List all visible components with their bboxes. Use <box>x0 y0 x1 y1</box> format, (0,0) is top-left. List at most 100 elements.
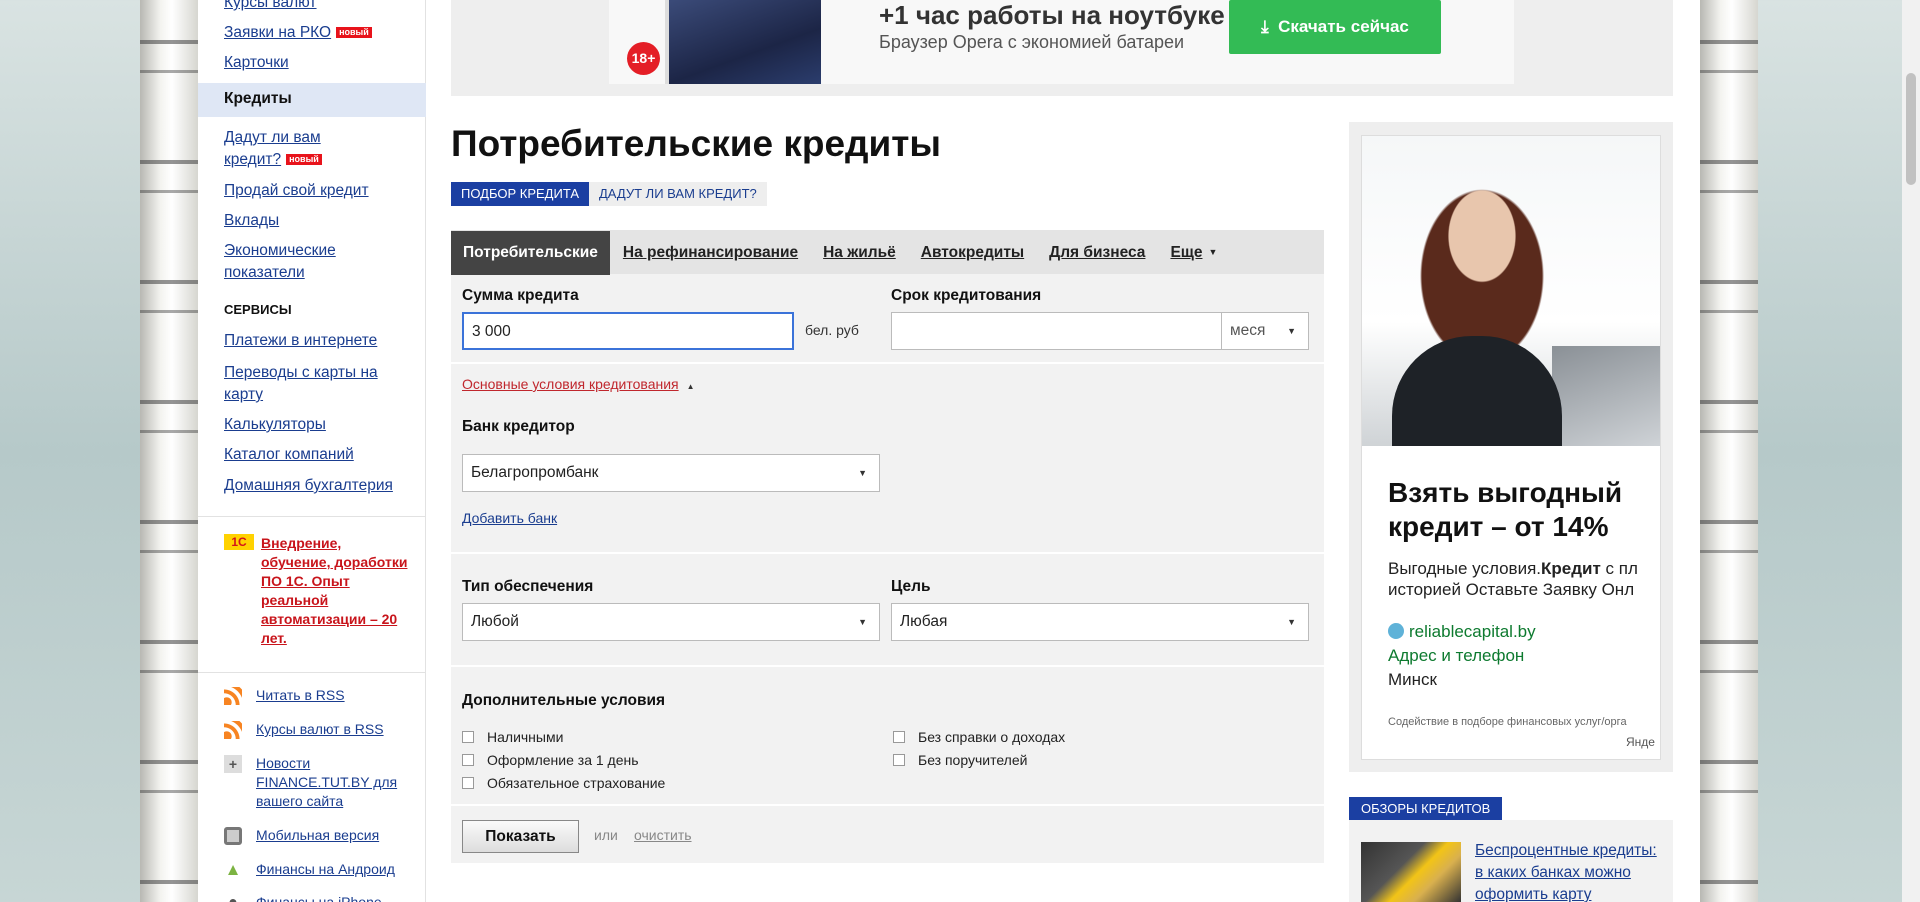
sidebar-item-label[interactable]: Дадут ли вам <box>224 129 321 146</box>
ad-fine-print: Содействие в подборе финансовых услуг/ор… <box>1388 716 1627 728</box>
term-label: Срок кредитования <box>891 287 1042 304</box>
download-icon: ⤓ <box>1261 17 1279 36</box>
tab-housing[interactable]: На жильё <box>811 231 908 275</box>
ad-headline[interactable]: Взять выгодный кредит – от 14% <box>1388 476 1660 544</box>
purpose-select[interactable]: Любая ▼ <box>891 603 1309 641</box>
sidebar-item-rko[interactable]: Заявки на РКО новый <box>224 22 372 44</box>
sidebar-service-payments[interactable]: Платежи в интернете <box>224 330 377 352</box>
review-thumbnail[interactable] <box>1361 842 1461 902</box>
checkbox[interactable] <box>893 731 905 743</box>
sidebar-item-cards[interactable]: Карточки <box>224 52 289 74</box>
checkbox[interactable] <box>462 731 474 743</box>
amount-input[interactable]: 3 000 <box>462 312 794 350</box>
link-iphone[interactable]: ● Финансы на iPhone <box>224 893 382 902</box>
review-link[interactable]: Беспроцентные кредиты: в каких банках мо… <box>1475 840 1665 902</box>
sidebar-item-label-2[interactable]: показатели <box>224 264 305 281</box>
credit-ad[interactable]: Взять выгодный кредит – от 14% Выгодные … <box>1361 135 1661 760</box>
link-label[interactable]: Мобильная версия <box>256 826 379 845</box>
sidebar-item-label[interactable]: Каталог компаний <box>224 446 354 463</box>
sidebar-item-label-2[interactable]: кредит? <box>224 151 281 168</box>
security-select[interactable]: Любой ▼ <box>462 603 880 641</box>
checkbox-cash[interactable]: Наличными <box>462 729 563 745</box>
sidebar-item-credits-active[interactable]: Кредиты <box>198 83 426 117</box>
sidebar-item-label[interactable]: Экономические <box>224 242 336 259</box>
promo-1c[interactable]: 1С Внедрение, обучение, доработки ПО 1С.… <box>224 534 414 648</box>
link-label[interactable]: Курсы валют в RSS <box>256 720 384 739</box>
checkbox-one-day[interactable]: Оформление за 1 день <box>462 752 639 768</box>
download-button[interactable]: ⤓ Скачать сейчас <box>1229 0 1441 54</box>
sidebar-item-label[interactable]: Вклады <box>224 212 279 229</box>
reviews-box: Беспроцентные кредиты: в каких банках мо… <box>1349 820 1673 902</box>
add-bank-link[interactable]: Добавить банк <box>462 510 557 526</box>
subtab-will-give-credit[interactable]: ДАДУТ ЛИ ВАМ КРЕДИТ? <box>589 182 767 206</box>
globe-icon <box>1388 623 1404 639</box>
sidebar-item-label[interactable]: Заявки на РКО <box>224 24 331 41</box>
term-unit-select[interactable]: меся ▼ <box>1221 312 1309 350</box>
android-icon: ▲ <box>224 860 242 879</box>
link-label[interactable]: Новости FINANCE.TUT.BY для вашего сайта <box>256 754 414 811</box>
credit-type-tabs: Потребительские На рефинансирование На жил… <box>451 230 1324 275</box>
banner-image <box>665 0 821 84</box>
tab-refinancing[interactable]: На рефинансирование <box>611 231 810 275</box>
link-mobile[interactable]: Мобильная версия <box>224 826 379 845</box>
checkbox[interactable] <box>462 754 474 766</box>
checkbox-label: Без справки о доходах <box>918 729 1066 745</box>
sidebar-service-home-accounting[interactable]: Домашняя бухгалтерия <box>224 475 393 497</box>
checkbox-no-guarantors[interactable]: Без поручителей <box>893 752 1027 768</box>
scrollbar-thumb[interactable] <box>1906 73 1916 185</box>
opera-banner[interactable]: 18+ +1 час работы на ноутбуке Браузер Op… <box>609 0 1514 84</box>
divider <box>451 665 1324 667</box>
checkbox-insurance[interactable]: Обязательное страхование <box>462 775 665 791</box>
link-android[interactable]: ▲ Финансы на Андроид <box>224 860 395 879</box>
sidebar-item-label[interactable]: Калькуляторы <box>224 416 326 433</box>
tab-auto[interactable]: Автокредиты <box>909 231 1036 275</box>
sidebar-sub-deposits[interactable]: Вклады <box>224 210 279 232</box>
scrollbar[interactable] <box>1902 0 1920 902</box>
sidebar-item-label[interactable]: Карточки <box>224 54 289 71</box>
sidebar-sub-sell-credit[interactable]: Продай свой кредит <box>224 180 369 202</box>
page-title: Потребительские кредиты <box>451 123 941 164</box>
sidebar-service-transfers[interactable]: Переводы с карты на карту <box>224 362 378 406</box>
link-rss[interactable]: Читать в RSS <box>224 686 345 705</box>
checkbox[interactable] <box>462 777 474 789</box>
link-label[interactable]: Финансы на Андроид <box>256 860 395 879</box>
conditions-toggle[interactable]: Основные условия кредитования ▲ <box>462 376 695 392</box>
sidebar-sub-will-give-credit[interactable]: Дадут ли вам кредит? новый <box>224 127 322 171</box>
ad-domain[interactable]: reliablecapital.by <box>1388 622 1536 642</box>
sidebar-item-label[interactable]: Домашняя бухгалтерия <box>224 477 393 494</box>
sidebar-item-label[interactable]: Курсы валют <box>224 0 317 11</box>
ad-photo-person <box>1392 336 1562 446</box>
bank-select[interactable]: Белагропромбанк ▼ <box>462 454 880 492</box>
sidebar-service-catalog[interactable]: Каталог компаний <box>224 444 354 466</box>
checkbox-no-income-proof[interactable]: Без справки о доходах <box>893 729 1065 745</box>
ad-address-link[interactable]: Адрес и телефон <box>1388 646 1524 666</box>
sidebar-item-label-2[interactable]: карту <box>224 386 263 403</box>
background-tree-left <box>140 0 198 902</box>
divider <box>198 672 426 673</box>
sidebar-item-label[interactable]: Переводы с карты на <box>224 364 378 381</box>
sidebar-sub-economic-indicators[interactable]: Экономические показатели <box>224 240 336 284</box>
promo-1c-text[interactable]: Внедрение, обучение, доработки ПО 1С. Оп… <box>261 534 414 648</box>
tab-more[interactable]: Еще ▼ <box>1158 230 1229 274</box>
age-rating-badge: 18+ <box>627 42 660 75</box>
show-button[interactable]: Показать <box>462 820 579 853</box>
clear-link[interactable]: очистить <box>634 827 692 843</box>
checkbox[interactable] <box>893 754 905 766</box>
tab-business[interactable]: Для бизнеса <box>1037 231 1157 275</box>
link-news-widget[interactable]: + Новости FINANCE.TUT.BY для вашего сайт… <box>224 754 414 811</box>
link-label[interactable]: Финансы на iPhone <box>256 893 382 902</box>
caret-up-icon: ▲ <box>686 382 695 391</box>
sidebar: Курсы валют Заявки на РКО новый Карточки … <box>198 0 426 902</box>
tab-consumer[interactable]: Потребительские <box>451 231 610 275</box>
sidebar-item-label[interactable]: Платежи в интернете <box>224 332 377 349</box>
amount-label: Сумма кредита <box>462 287 579 304</box>
term-input[interactable] <box>891 312 1222 350</box>
banner-subline: Браузер Opera с экономией батареи <box>879 32 1185 52</box>
sidebar-service-calculators[interactable]: Калькуляторы <box>224 414 326 436</box>
link-label[interactable]: Читать в RSS <box>256 686 345 705</box>
new-badge: новый <box>336 27 372 38</box>
link-currency-rss[interactable]: Курсы валют в RSS <box>224 720 384 739</box>
sidebar-item-currency[interactable]: Курсы валют <box>224 0 317 14</box>
sidebar-item-label[interactable]: Продай свой кредит <box>224 182 369 199</box>
subtab-credit-selection[interactable]: ПОДБОР КРЕДИТА <box>451 182 589 206</box>
